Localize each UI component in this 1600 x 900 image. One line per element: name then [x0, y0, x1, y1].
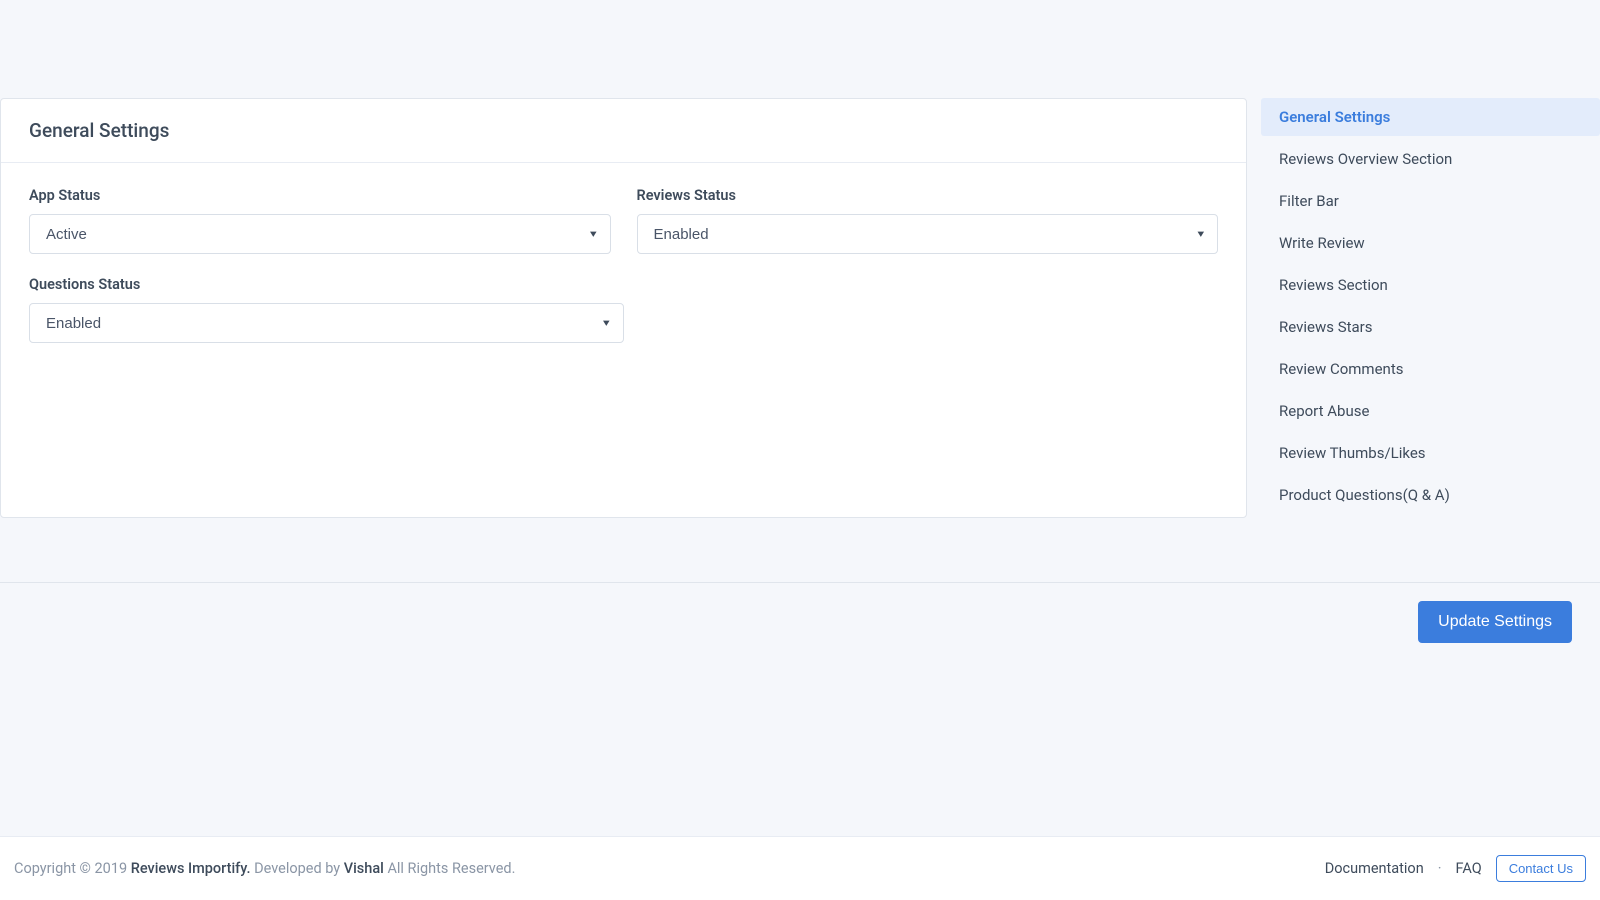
- card-header: General Settings: [1, 99, 1246, 163]
- sidebar-item-write-review[interactable]: Write Review: [1261, 224, 1600, 262]
- contact-us-button[interactable]: Contact Us: [1496, 855, 1586, 882]
- footer: Copyright © 2019 Reviews Importify. Deve…: [0, 836, 1600, 900]
- app-name: Reviews Importify.: [131, 860, 251, 877]
- sidebar-list: General Settings Reviews Overview Sectio…: [1261, 98, 1600, 514]
- sidebar-item-review-thumbs[interactable]: Review Thumbs/Likes: [1261, 434, 1600, 472]
- settings-sidebar: General Settings Reviews Overview Sectio…: [1261, 98, 1600, 518]
- developer-name: Vishal: [344, 860, 384, 877]
- sidebar-item-general-settings[interactable]: General Settings: [1261, 98, 1600, 136]
- faq-link[interactable]: FAQ: [1456, 860, 1482, 877]
- sidebar-item-product-questions[interactable]: Product Questions(Q & A): [1261, 476, 1600, 514]
- questions-status-label: Questions Status: [29, 276, 624, 293]
- sidebar-item-report-abuse[interactable]: Report Abuse: [1261, 392, 1600, 430]
- documentation-link[interactable]: Documentation: [1325, 860, 1424, 877]
- rights-text: All Rights Reserved.: [384, 860, 516, 877]
- reviews-status-select-wrap: Enabled: [637, 214, 1219, 254]
- sidebar-item-filter-bar[interactable]: Filter Bar: [1261, 182, 1600, 220]
- app-status-select[interactable]: Active: [29, 214, 611, 254]
- footer-links: Documentation · FAQ Contact Us: [1325, 855, 1586, 882]
- questions-status-select-wrap: Enabled: [29, 303, 624, 343]
- sidebar-item-reviews-overview[interactable]: Reviews Overview Section: [1261, 140, 1600, 178]
- settings-card: General Settings App Status Active: [0, 98, 1247, 518]
- footer-separator-icon: ·: [1438, 860, 1442, 877]
- footer-copyright: Copyright © 2019 Reviews Importify. Deve…: [14, 860, 515, 877]
- reviews-status-select[interactable]: Enabled: [637, 214, 1219, 254]
- action-bar: Update Settings: [0, 582, 1600, 643]
- app-status-label: App Status: [29, 187, 611, 204]
- form-group-questions-status: Questions Status Enabled: [29, 276, 624, 343]
- reviews-status-label: Reviews Status: [637, 187, 1219, 204]
- developed-by-prefix: Developed by: [250, 860, 343, 877]
- card-body: App Status Active Reviews Status: [1, 163, 1246, 397]
- app-status-select-wrap: Active: [29, 214, 611, 254]
- card-title: General Settings: [29, 119, 1218, 142]
- sidebar-item-reviews-section[interactable]: Reviews Section: [1261, 266, 1600, 304]
- sidebar-item-review-comments[interactable]: Review Comments: [1261, 350, 1600, 388]
- questions-status-select[interactable]: Enabled: [29, 303, 624, 343]
- form-group-reviews-status: Reviews Status Enabled: [637, 187, 1219, 254]
- sidebar-item-reviews-stars[interactable]: Reviews Stars: [1261, 308, 1600, 346]
- update-settings-button[interactable]: Update Settings: [1418, 601, 1572, 643]
- copyright-prefix: Copyright © 2019: [14, 860, 131, 877]
- form-group-app-status: App Status Active: [29, 187, 611, 254]
